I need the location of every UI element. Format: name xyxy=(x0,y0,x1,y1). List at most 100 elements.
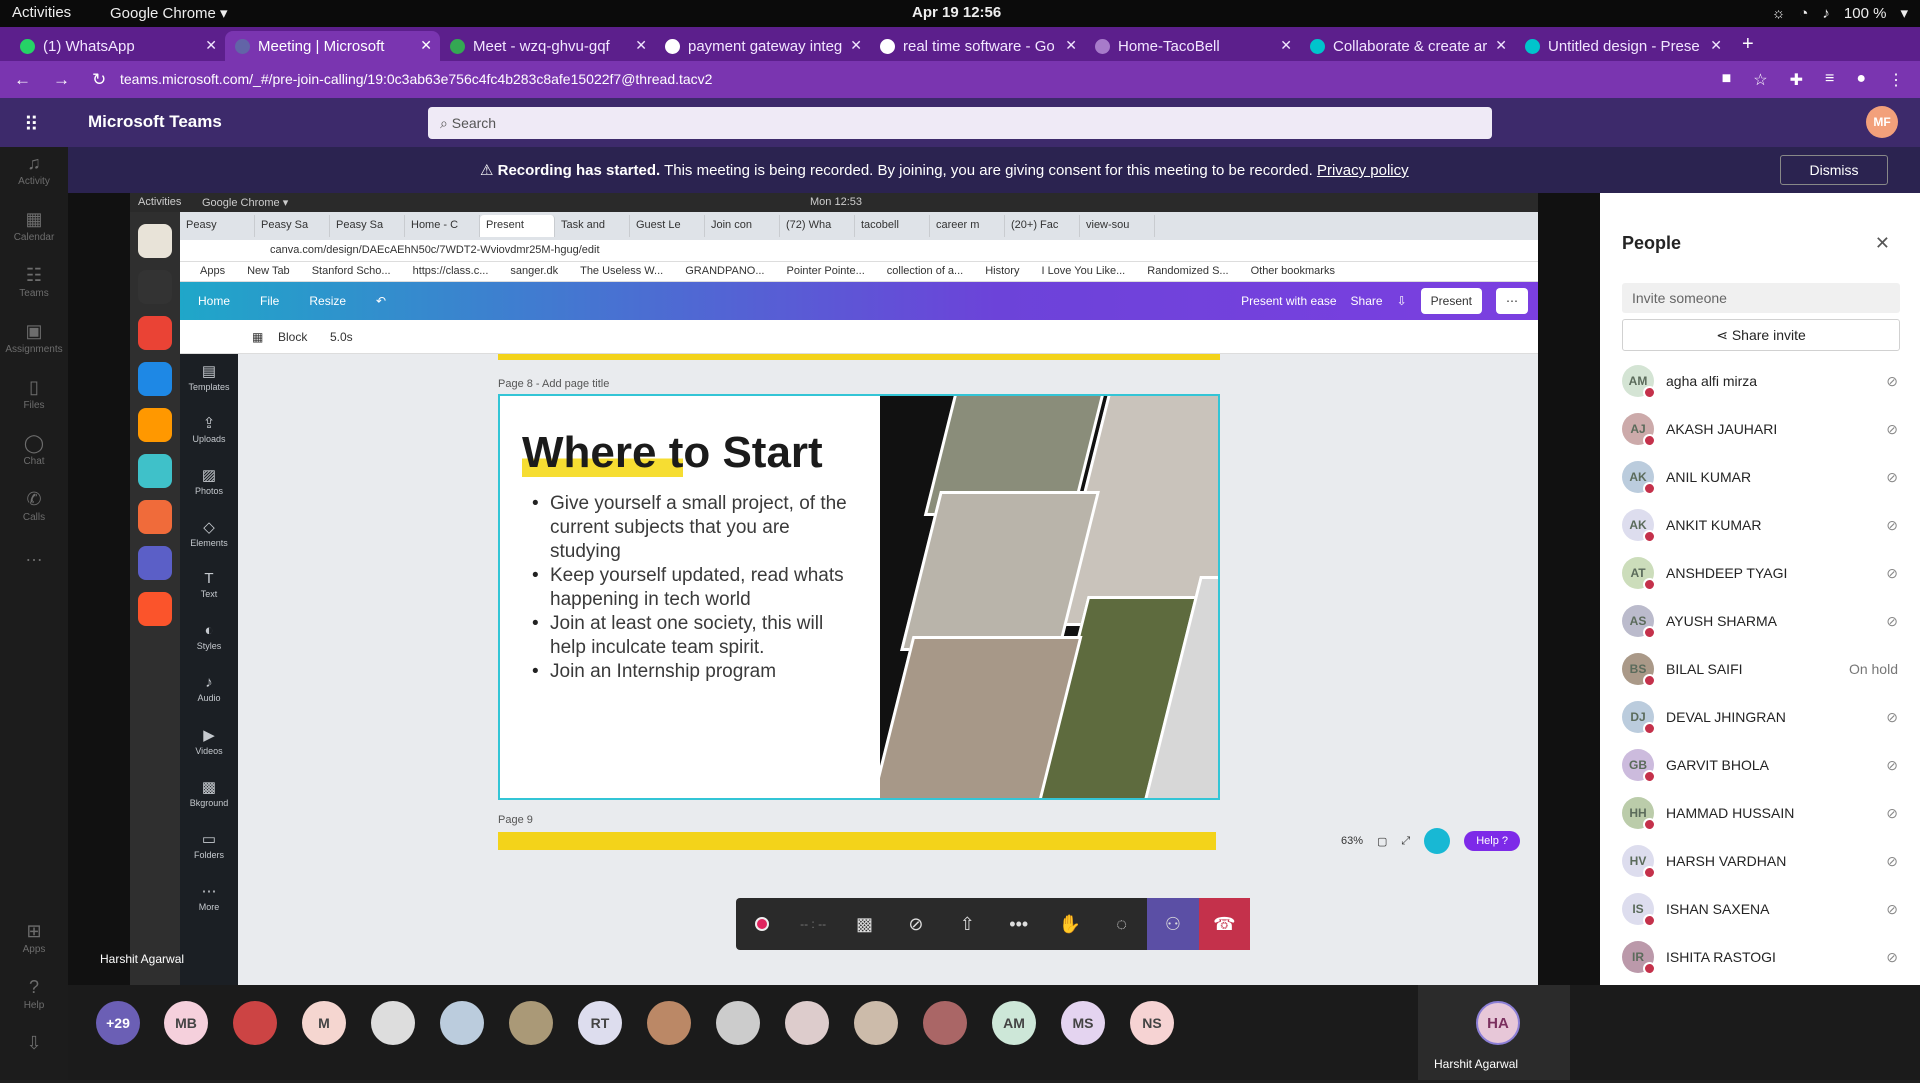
forward-icon[interactable]: → xyxy=(53,70,70,90)
app-launcher-icon[interactable]: ⠿ xyxy=(24,112,39,137)
back-icon[interactable]: ← xyxy=(14,70,31,90)
participant-tile-avatar[interactable]: NS xyxy=(1130,1001,1174,1045)
dismiss-button[interactable]: Dismiss xyxy=(1780,155,1888,185)
participant-tile-avatar[interactable]: RT xyxy=(578,1001,622,1045)
close-icon[interactable]: ✕ xyxy=(1065,37,1077,54)
activities-button[interactable]: Activities xyxy=(12,4,71,21)
browser-tab[interactable]: real time software - Go ✕ xyxy=(870,31,1085,61)
participant-tile-avatar[interactable]: MB xyxy=(164,1001,208,1045)
close-icon[interactable]: ✕ xyxy=(1875,233,1890,254)
raise-hand-button[interactable]: ✋ xyxy=(1044,898,1095,950)
side-label: Templates xyxy=(188,382,230,392)
browser-tab[interactable]: (1) WhatsApp ✕ xyxy=(10,31,225,61)
camera-off-button[interactable]: ▩ xyxy=(839,898,890,950)
participant-tile-avatar[interactable] xyxy=(233,1001,277,1045)
close-icon[interactable]: ✕ xyxy=(1495,37,1507,54)
slide-bullet: Give yourself a small project, of the cu… xyxy=(530,492,850,564)
close-icon[interactable]: ✕ xyxy=(635,37,647,54)
clock[interactable]: Apr 19 12:56 xyxy=(912,4,1001,21)
reload-icon[interactable]: ↻ xyxy=(92,70,106,90)
browser-tab[interactable]: payment gateway integ ✕ xyxy=(655,31,870,61)
hang-up-button[interactable]: ☎ xyxy=(1198,898,1251,950)
participant-row[interactable]: AK ANIL KUMAR ⊘ xyxy=(1622,453,1912,501)
more-icon[interactable]: ⋮ xyxy=(1888,70,1904,90)
participant-tile-avatar[interactable] xyxy=(647,1001,691,1045)
record-button[interactable] xyxy=(736,898,787,950)
rail-calendar[interactable]: ▦ Calendar xyxy=(0,203,68,259)
participant-row[interactable]: IS ISHAN SAXENA ⊘ xyxy=(1622,885,1912,933)
participant-tile-avatar[interactable]: AM xyxy=(992,1001,1036,1045)
rail-download[interactable]: ⇩ xyxy=(0,1027,68,1083)
mic-off-button[interactable]: ⊘ xyxy=(890,898,941,950)
overflow-count[interactable]: +29 xyxy=(96,1001,140,1045)
extensions-icon[interactable]: ✚ xyxy=(1790,70,1803,90)
browser-tab[interactable]: Collaborate & create ar ✕ xyxy=(1300,31,1515,61)
browser-tab[interactable]: Untitled design - Prese ✕ xyxy=(1515,31,1730,61)
participant-row[interactable]: AK ANKIT KUMAR ⊘ xyxy=(1622,501,1912,549)
camera-icon[interactable]: ■ xyxy=(1722,70,1732,90)
rail-more[interactable]: … xyxy=(0,539,68,595)
participant-tile-avatar[interactable] xyxy=(923,1001,967,1045)
participant-row[interactable]: AM agha alfi mirza ⊘ xyxy=(1622,357,1912,405)
banner-bold: Recording has started. xyxy=(497,162,661,179)
rail-calls[interactable]: ✆ Calls xyxy=(0,483,68,539)
participant-tile-avatar[interactable]: MS xyxy=(1061,1001,1105,1045)
close-icon[interactable]: ✕ xyxy=(1710,37,1722,54)
participant-row[interactable]: IR ISHITA RASTOGI ⊘ xyxy=(1622,933,1912,981)
system-tray[interactable]: ☼ ◔ ♪ 100 % ▾ xyxy=(1772,4,1908,23)
rail-chat[interactable]: ◯ Chat xyxy=(0,427,68,483)
mic-off-icon: ⊘ xyxy=(1886,612,1898,629)
close-icon[interactable]: ✕ xyxy=(1280,37,1292,54)
participant-row[interactable]: HV HARSH VARDHAN ⊘ xyxy=(1622,837,1912,885)
participant-tile-avatar[interactable] xyxy=(509,1001,553,1045)
side-label: More xyxy=(198,902,220,912)
rail-assignments[interactable]: ▣ Assignments xyxy=(0,315,68,371)
mic-off-icon: ⊘ xyxy=(1886,804,1898,821)
rail-apps[interactable]: ⊞ Apps xyxy=(0,915,68,971)
url-field[interactable]: teams.microsoft.com/_#/pre-join-calling/… xyxy=(120,71,712,87)
app-menu[interactable]: Google Chrome ▾ xyxy=(110,4,228,22)
rail-files[interactable]: ▯ Files xyxy=(0,371,68,427)
privacy-policy-link[interactable]: Privacy policy xyxy=(1317,162,1409,179)
bookmark-star-icon[interactable]: ☆ xyxy=(1753,70,1767,90)
participant-name: HARSH VARDHAN xyxy=(1666,853,1787,869)
browser-tab[interactable]: Meet - wzq-ghvu-gqf ✕ xyxy=(440,31,655,61)
share-button[interactable]: ⇧ xyxy=(942,898,993,950)
participant-tile-avatar[interactable] xyxy=(440,1001,484,1045)
participant-row[interactable]: HH HAMMAD HUSSAIN ⊘ xyxy=(1622,789,1912,837)
participant-row[interactable]: AT ANSHDEEP TYAGI ⊘ xyxy=(1622,549,1912,597)
chat-button[interactable]: ◌ xyxy=(1096,898,1147,950)
participant-list[interactable]: AM agha alfi mirza ⊘ AJ AKASH JAUHARI ⊘ AK ANIL… xyxy=(1622,357,1912,1080)
participant-name: ISHITA RASTOGI xyxy=(1666,949,1776,965)
browser-tab[interactable]: Home-TacoBell ✕ xyxy=(1085,31,1300,61)
close-icon[interactable]: ✕ xyxy=(205,37,217,54)
more-actions-button[interactable]: ••• xyxy=(993,898,1044,950)
new-tab-button[interactable]: + xyxy=(1730,33,1766,61)
participant-row[interactable]: DJ DEVAL JHINGRAN ⊘ xyxy=(1622,693,1912,741)
participant-tile-avatar[interactable]: M xyxy=(302,1001,346,1045)
reading-list-icon[interactable]: ≡ xyxy=(1825,70,1834,90)
participant-row[interactable]: AS AYUSH SHARMA ⊘ xyxy=(1622,597,1912,645)
participant-row[interactable]: AJ AKASH JAUHARI ⊘ xyxy=(1622,405,1912,453)
close-icon[interactable]: ✕ xyxy=(420,37,432,54)
shared-dock xyxy=(130,212,180,985)
browser-tab-active[interactable]: Meeting | Microsoft ✕ xyxy=(225,31,440,61)
participant-tile-avatar[interactable] xyxy=(371,1001,415,1045)
participant-tile-avatar[interactable] xyxy=(716,1001,760,1045)
invite-input[interactable]: Invite someone xyxy=(1622,283,1900,313)
share-invite-button[interactable]: ⋖ Share invite xyxy=(1622,319,1900,351)
participant-tile-avatar[interactable] xyxy=(785,1001,829,1045)
participants-button[interactable]: ⚇ xyxy=(1147,898,1199,950)
close-icon[interactable]: ✕ xyxy=(850,37,862,54)
participant-tile-avatar[interactable] xyxy=(854,1001,898,1045)
rail-teams[interactable]: ☷ Teams xyxy=(0,259,68,315)
participant-row[interactable]: GB GARVIT BHOLA ⊘ xyxy=(1622,741,1912,789)
rail-activity[interactable]: ♫ Activity xyxy=(0,147,68,203)
rail-help[interactable]: ? Help xyxy=(0,971,68,1027)
search-input[interactable]: ⌕ Search xyxy=(428,107,1492,139)
user-avatar[interactable]: MF xyxy=(1866,106,1898,138)
chat-icon: ◯ xyxy=(23,433,45,453)
profile-avatar[interactable]: ● xyxy=(1856,70,1866,90)
canva-side-item: ⇪ Uploads xyxy=(192,415,226,444)
participant-row[interactable]: BS BILAL SAIFI On hold xyxy=(1622,645,1912,693)
